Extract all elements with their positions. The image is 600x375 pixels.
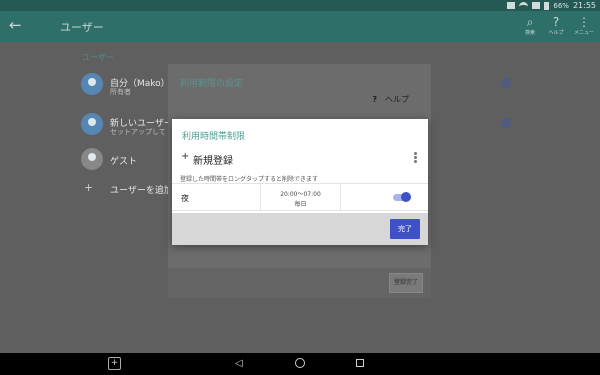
search-label: 検索: [524, 30, 535, 36]
wifi-icon: [519, 2, 529, 9]
help-label: ヘルプ: [548, 30, 564, 36]
register-done-button[interactable]: 登録完了: [389, 273, 423, 293]
section-header: ユーザー: [82, 53, 114, 62]
time-entry-row[interactable]: 夜 20:00〜07:00 毎日: [172, 183, 428, 211]
entry-name: 夜: [181, 194, 189, 203]
home-icon[interactable]: [295, 358, 305, 368]
battery-icon: [544, 1, 550, 10]
enable-toggle[interactable]: [393, 192, 411, 202]
help-link[interactable]: ? ヘルプ: [372, 94, 409, 105]
gear-icon[interactable]: ⚙: [501, 76, 512, 90]
avatar: [81, 73, 103, 95]
help-icon: ?: [552, 15, 560, 29]
new-registration-label: 新規登録: [193, 156, 233, 167]
dialog-title: 利用時間帯制限: [182, 132, 246, 142]
more-vert-icon: ⋮: [578, 15, 590, 29]
plus-icon: +: [181, 151, 190, 162]
done-button[interactable]: 完了: [390, 219, 420, 239]
avatar: [81, 148, 103, 170]
user-name: ゲスト: [110, 157, 138, 167]
signal-icon: [532, 2, 541, 9]
app-bar: ← ユーザー ⌕ 検索 ? ヘルプ ⋮ メニュー: [0, 11, 600, 42]
avatar: [81, 113, 103, 135]
new-registration-button[interactable]: + 新規登録: [172, 147, 428, 169]
time-limit-dialog: 利用時間帯制限 + 新規登録 登録した時間帯をロングタップすると削除できます 夜…: [172, 119, 428, 245]
navigation-bar: + ◁: [0, 353, 600, 375]
help-mark: ?: [372, 95, 377, 104]
back-icon[interactable]: ◁: [235, 358, 243, 369]
page-title: ユーザー: [60, 21, 104, 34]
entry-days: 毎日: [294, 201, 307, 208]
add-user-label: ユーザーを追加: [110, 186, 173, 196]
help-label: ヘルプ: [385, 95, 409, 104]
status-bar: 66% 21:55: [0, 0, 600, 11]
notification-icon: [507, 2, 516, 9]
menu-label: メニュー: [573, 30, 594, 36]
search-icon: ⌕: [526, 15, 534, 29]
more-vert-icon[interactable]: [414, 152, 418, 164]
user-role: セットアップして: [110, 128, 166, 136]
search-button[interactable]: ⌕ 検索: [516, 14, 544, 37]
gear-icon[interactable]: ⚙: [501, 116, 512, 130]
divider: [340, 184, 341, 211]
clock: 21:55: [572, 1, 596, 10]
menu-button[interactable]: ⋮ メニュー: [570, 14, 598, 37]
dialog-footer: 登録完了: [168, 268, 431, 298]
dialog-title: 利用制限の設定: [180, 79, 244, 89]
arrow-left-icon[interactable]: ←: [9, 16, 22, 34]
battery-percent: 66%: [553, 1, 569, 10]
dialog-footer: 完了: [172, 213, 428, 245]
entry-time: 20:00〜07:00: [280, 191, 321, 198]
help-button[interactable]: ? ヘルプ: [542, 14, 570, 37]
hint-text: 登録した時間帯をロングタップすると削除できます: [180, 176, 319, 183]
zoom-icon[interactable]: +: [108, 357, 121, 370]
user-role: 所有者: [110, 88, 131, 96]
plus-icon: +: [84, 181, 94, 194]
recent-apps-icon[interactable]: [356, 359, 364, 367]
